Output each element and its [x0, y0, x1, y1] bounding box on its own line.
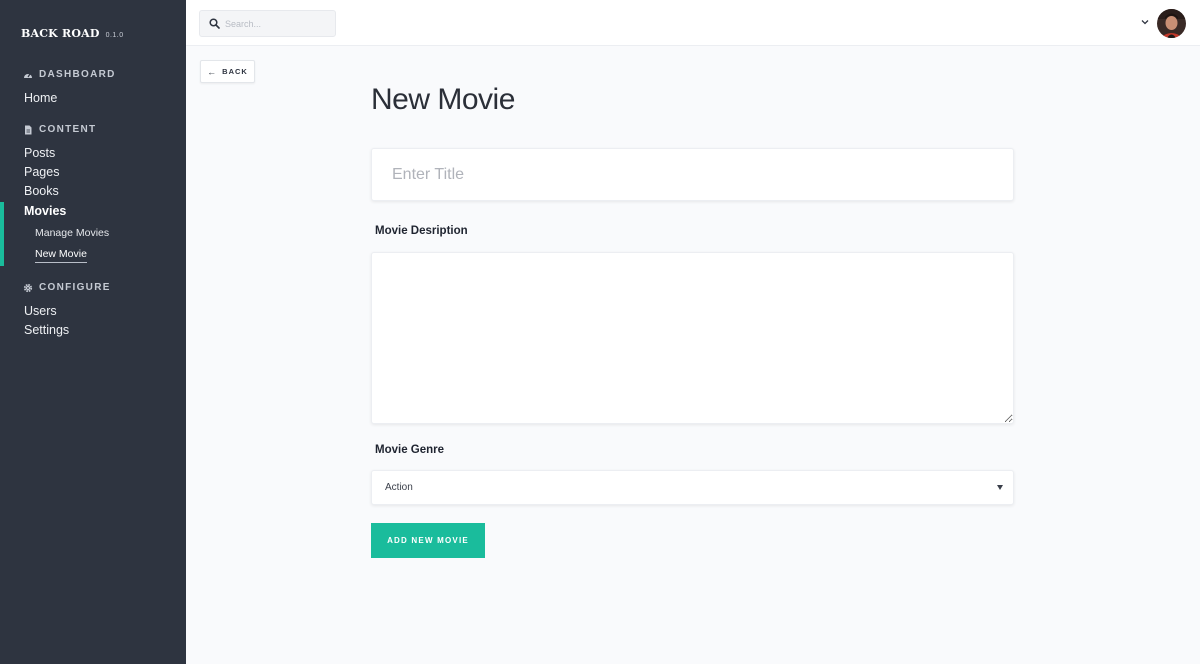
section-configure: CONFIGURE: [23, 282, 111, 293]
section-title: DASHBOARD: [39, 69, 116, 80]
add-new-movie-button[interactable]: ADD NEW MOVIE: [371, 523, 485, 558]
gear-icon: [23, 283, 33, 292]
search-input[interactable]: [225, 18, 325, 29]
brand[interactable]: BACK ROAD 0.1.0: [21, 27, 124, 40]
genre-selected-value: Action: [385, 482, 413, 493]
sidebar-subitem-new-movie[interactable]: New Movie: [35, 248, 87, 263]
sidebar-item-movies[interactable]: Movies: [24, 204, 66, 218]
document-icon: [25, 125, 32, 134]
chevron-down-icon[interactable]: [1140, 17, 1150, 27]
sidebar-subitem-manage-movies[interactable]: Manage Movies: [35, 227, 109, 239]
back-label: BACK: [222, 67, 248, 76]
brand-name: BACK ROAD: [21, 27, 100, 40]
sidebar: BACK ROAD 0.1.0 DASHBOARD Home CONTENT P…: [0, 0, 186, 664]
sidebar-item-pages[interactable]: Pages: [24, 165, 59, 179]
title-input[interactable]: [371, 148, 1014, 201]
section-title: CONTENT: [39, 124, 97, 135]
sidebar-item-posts[interactable]: Posts: [24, 146, 55, 160]
active-indicator: [0, 202, 4, 266]
sidebar-item-home[interactable]: Home: [24, 91, 57, 105]
genre-label: Movie Genre: [375, 444, 445, 456]
section-content: CONTENT: [23, 124, 96, 135]
description-textarea[interactable]: [371, 252, 1014, 424]
section-dashboard: DASHBOARD: [23, 69, 116, 80]
top-header: [186, 0, 1200, 46]
brand-version: 0.1.0: [105, 32, 124, 39]
genre-select[interactable]: Action: [371, 470, 1014, 505]
sidebar-item-settings[interactable]: Settings: [24, 323, 69, 337]
sidebar-item-users[interactable]: Users: [24, 304, 57, 318]
gauge-icon: [24, 73, 32, 78]
search-box[interactable]: [199, 10, 336, 37]
sidebar-item-books[interactable]: Books: [24, 184, 59, 198]
back-button[interactable]: ← BACK: [200, 60, 255, 83]
avatar[interactable]: [1157, 9, 1186, 38]
description-label: Movie Desription: [375, 225, 468, 237]
avatar-image: [1157, 9, 1186, 38]
search-icon: [209, 18, 220, 29]
section-title: CONFIGURE: [39, 282, 111, 293]
arrow-left-icon: ←: [207, 66, 217, 77]
caret-down-icon: [997, 485, 1003, 490]
page-title: New Movie: [371, 83, 515, 116]
